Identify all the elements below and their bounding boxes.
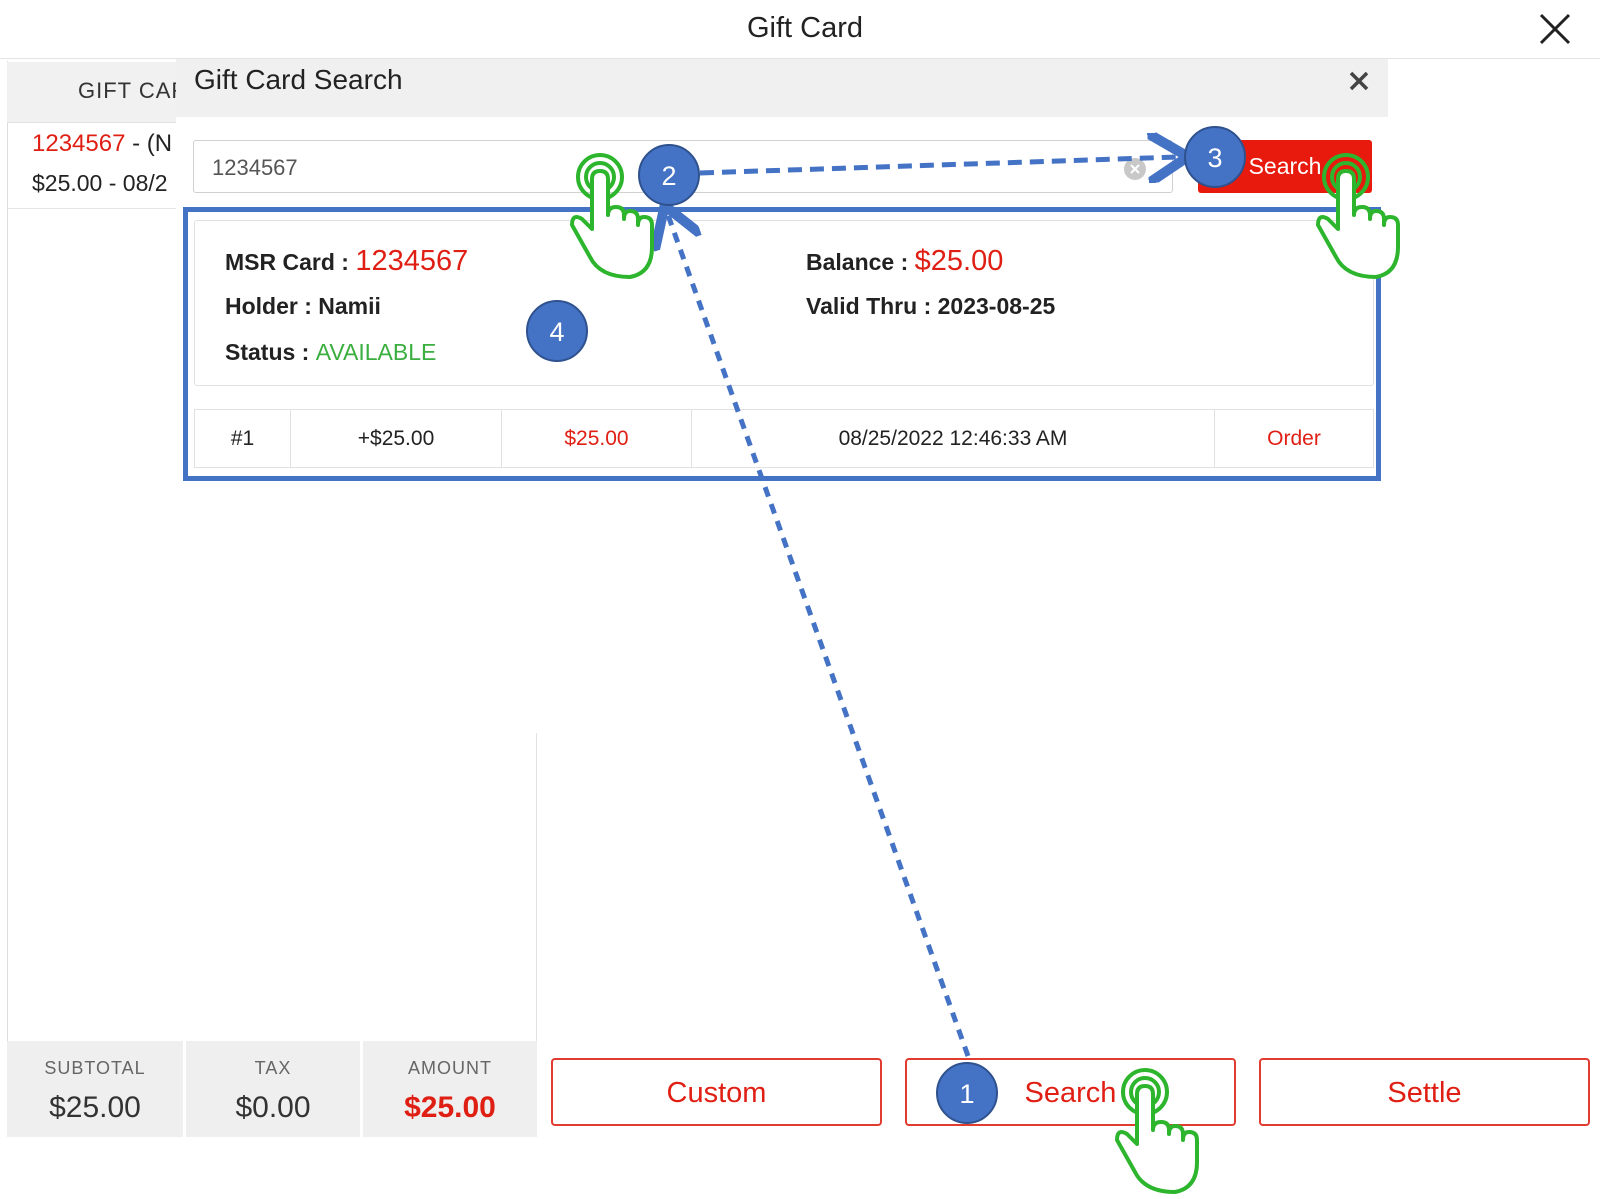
tax-cell: TAX $0.00: [186, 1041, 360, 1137]
subtotal-value: $25.00: [49, 1091, 141, 1124]
gift-card-number: 1234567: [32, 130, 126, 157]
page-title: Gift Card: [746, 12, 864, 44]
subtotal-label: SUBTOTAL: [44, 1058, 146, 1078]
amount-label: AMOUNT: [408, 1058, 492, 1078]
close-icon[interactable]: [1538, 12, 1572, 46]
step-1-marker: 1: [936, 1062, 998, 1124]
step-3-marker: 3: [1184, 126, 1246, 188]
tax-value: $0.00: [235, 1091, 311, 1124]
gift-card-column-label: GIFT CAR: [78, 78, 189, 103]
subtotal-cell: SUBTOTAL $25.00: [7, 1041, 183, 1137]
step-4-marker: 4: [526, 300, 588, 362]
row-divider: [7, 208, 177, 209]
dialog-close-icon[interactable]: [1348, 70, 1370, 92]
amount-cell: AMOUNT $25.00: [363, 1041, 537, 1137]
gift-card-holder-fragment: - (N: [125, 130, 173, 157]
gift-card-item[interactable]: 1234567 - (N: [32, 130, 172, 158]
dialog-title: Gift Card Search: [194, 64, 403, 95]
custom-button[interactable]: Custom: [551, 1058, 882, 1126]
amount-value: $25.00: [404, 1091, 496, 1124]
clear-input-icon[interactable]: [1124, 158, 1146, 180]
panel-divider: [536, 733, 537, 1043]
gift-card-amount-date: $25.00 - 08/2: [32, 170, 168, 196]
step-2-marker: 2: [638, 144, 700, 206]
settle-button[interactable]: Settle: [1259, 1058, 1590, 1126]
tax-label: TAX: [254, 1058, 292, 1078]
result-highlight-box: [183, 207, 1381, 481]
